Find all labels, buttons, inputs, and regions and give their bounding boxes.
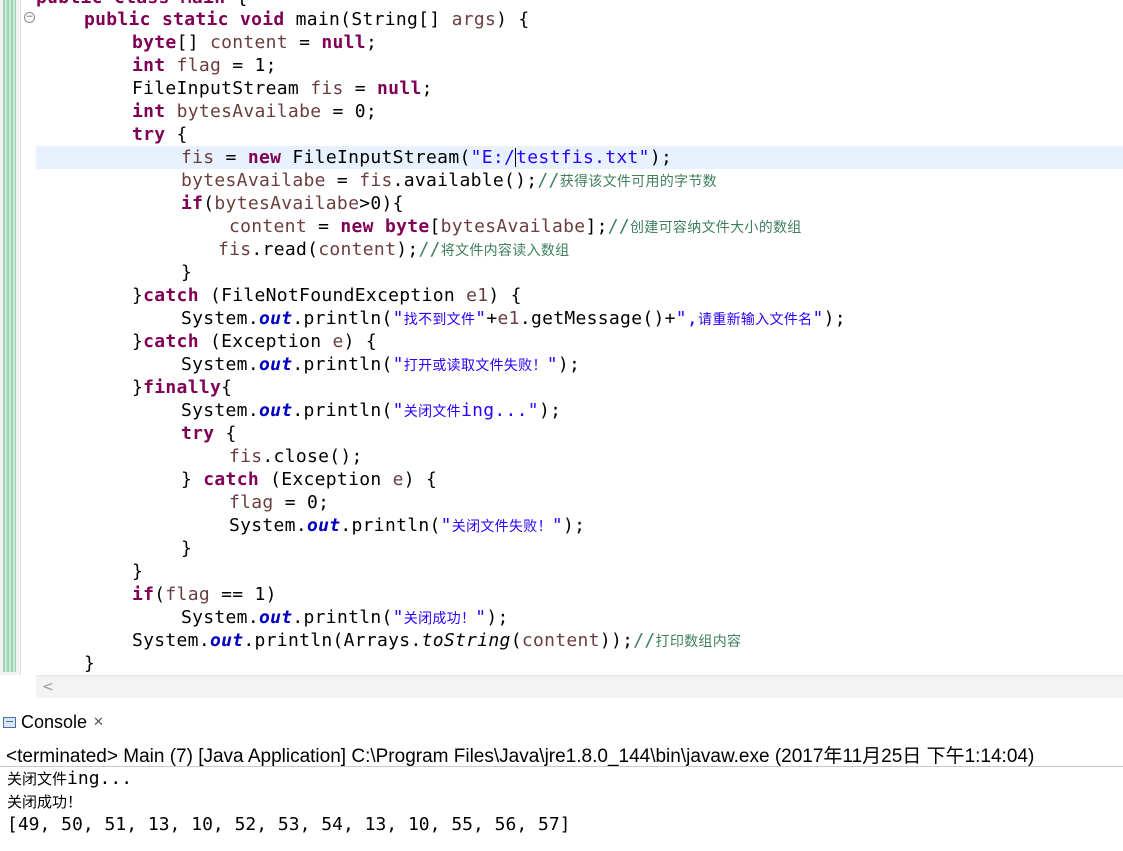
code-line-6: try {: [132, 124, 188, 145]
code-line-20: fis.close();: [229, 446, 363, 467]
code-line-28: System.out.println(Arrays.toString(conte…: [132, 630, 742, 651]
code-line-17: }finally{: [132, 377, 233, 398]
code-line-4: FileInputStream fis = null;: [132, 78, 433, 99]
code-line-21: } catch (Exception e) {: [181, 469, 438, 490]
code-line-14: System.out.println("找不到文件"+e1.getMessage…: [181, 308, 846, 329]
code-area[interactable]: public class Main { public static void m…: [36, 0, 1123, 674]
code-line-16: System.out.println("打开或读取文件失败！");: [181, 354, 581, 375]
code-line-8: bytesAvailabe = fis.available();//获得该文件可…: [181, 170, 717, 191]
text-cursor: [515, 148, 517, 167]
code-editor[interactable]: − public class Main { public static void…: [0, 0, 1123, 700]
code-line-7: fis = new FileInputStream("E:/testfis.tx…: [181, 147, 673, 168]
scroll-left-icon[interactable]: <: [42, 677, 54, 697]
console-output-line: [49, 50, 51, 13, 10, 52, 53, 54, 13, 10,…: [7, 814, 571, 835]
console-view: Console ✕: [0, 706, 1123, 736]
code-line-24: }: [181, 538, 193, 559]
code-line-15: }catch (Exception e) {: [132, 331, 378, 352]
code-line-22: flag = 0;: [229, 492, 330, 513]
code-line-3: int flag = 1;: [132, 55, 277, 76]
code-line-13: }catch (FileNotFoundException e1) {: [132, 285, 522, 306]
console-output-line: 关闭文件ing...: [7, 768, 133, 789]
divider: [0, 766, 1123, 767]
code-line-27: System.out.println("关闭成功！");: [181, 607, 509, 628]
collapse-icon[interactable]: −: [24, 12, 35, 23]
code-line-29: }: [84, 653, 96, 674]
code-line-2: byte[] content = null;: [132, 32, 378, 53]
console-icon: [3, 716, 16, 728]
code-line-18: System.out.println("关闭文件ing...");: [181, 400, 562, 421]
code-line-19: try {: [181, 423, 237, 444]
close-icon[interactable]: ✕: [93, 715, 104, 730]
console-output-line: 关闭成功！: [7, 793, 83, 811]
code-line-9: if(bytesAvailabe>0){: [181, 193, 404, 214]
code-line-12: }: [181, 262, 193, 283]
code-line-26: if(flag == 1): [132, 584, 277, 605]
code-line-25: }: [132, 561, 144, 582]
console-tab-label: Console: [21, 711, 88, 732]
quick-diff-ruler: [3, 0, 16, 672]
code-line-10: content = new byte[bytesAvailabe];//创建可容…: [229, 216, 802, 237]
editor-gutter: [0, 0, 21, 675]
tab-console[interactable]: Console ✕: [3, 709, 104, 735]
code-line-11: fis.read(content);//将文件内容读入数组: [218, 239, 570, 260]
code-line-5: int bytesAvailabe = 0;: [132, 101, 378, 122]
console-status: <terminated> Main (7) [Java Application]…: [6, 746, 1035, 767]
code-line-23: System.out.println("关闭文件失败！");: [229, 515, 586, 536]
code-line-1: public static void main(String[] args) {: [84, 9, 530, 30]
horizontal-scrollbar[interactable]: <: [36, 675, 1123, 698]
